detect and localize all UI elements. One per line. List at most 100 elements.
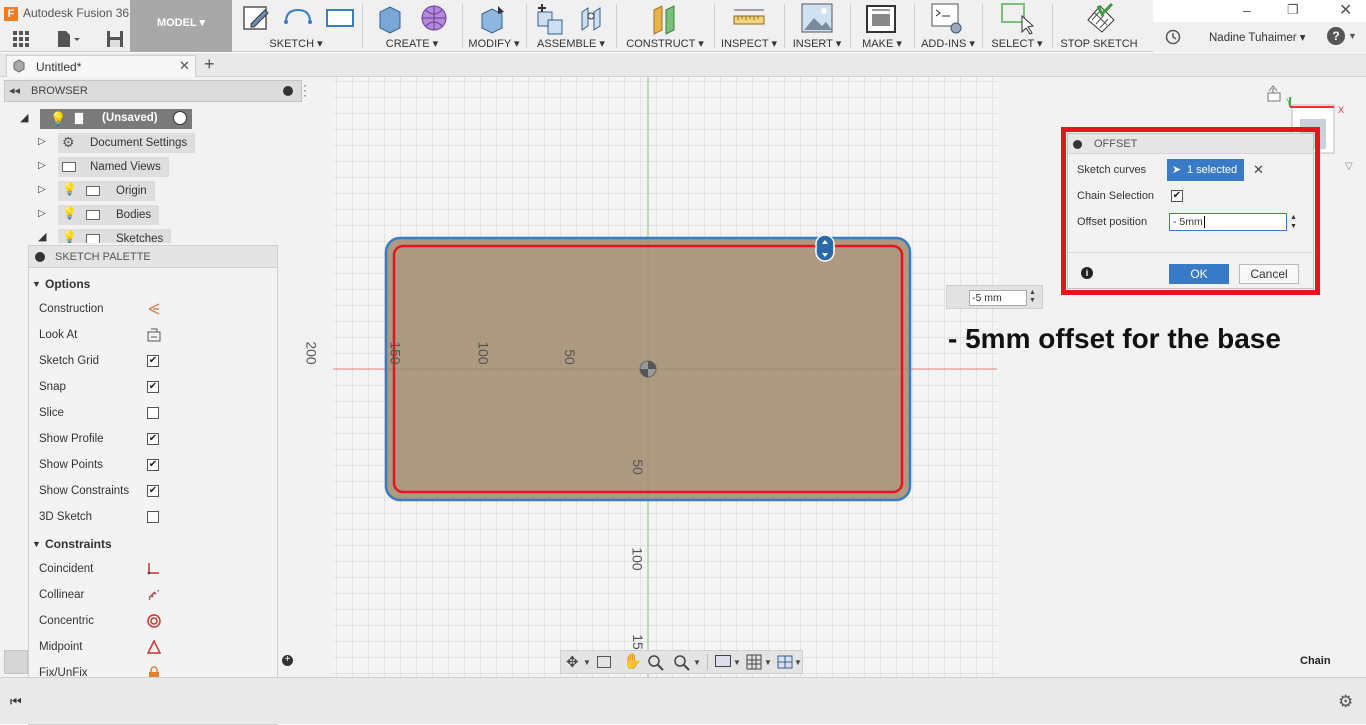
scripts-addins-icon[interactable]: [930, 2, 964, 36]
palette-option-show-points[interactable]: Show Points ✔: [39, 452, 269, 478]
comments-panel-stub[interactable]: [4, 650, 28, 674]
joint-icon[interactable]: [576, 2, 610, 36]
rectangle-tool-icon[interactable]: [324, 2, 356, 34]
palette-option-checkbox[interactable]: ✔: [147, 459, 159, 471]
offset-plane-icon[interactable]: [648, 2, 682, 36]
tree-item-document-settings[interactable]: ▷ Document Settings ⚙: [36, 133, 296, 153]
job-status-clock-icon[interactable]: [1165, 29, 1181, 45]
clear-selection-icon[interactable]: ✕: [1253, 162, 1264, 178]
look-at-nav-icon[interactable]: [597, 656, 611, 668]
insert-image-icon[interactable]: [800, 2, 834, 36]
file-menu-icon[interactable]: [56, 30, 82, 48]
grid-apps-icon[interactable]: [12, 30, 30, 48]
browser-panel-header[interactable]: ◂◂ BROWSER: [4, 80, 302, 102]
activate-radio-icon[interactable]: [173, 111, 187, 125]
palette-option-snap[interactable]: Snap ✔: [39, 374, 269, 400]
palette-option-show-constraints[interactable]: Show Constraints ✔: [39, 478, 269, 504]
constraint-collinear[interactable]: Collinear: [39, 582, 269, 608]
lightbulb-icon[interactable]: 💡: [50, 111, 66, 127]
workspace-switcher[interactable]: MODEL ▾: [130, 0, 232, 52]
save-icon[interactable]: [106, 30, 124, 48]
palette-option-checkbox[interactable]: [147, 511, 159, 523]
toolbar-group-make[interactable]: MAKE ▾: [854, 0, 910, 52]
tree-item-named-views[interactable]: ▷ Named Views: [36, 157, 296, 177]
offset-hud-spinner[interactable]: ▲ ▼: [1029, 289, 1036, 305]
toolbar-group-modify[interactable]: MODIFY ▾: [466, 0, 522, 52]
toolbar-group-inspect[interactable]: INSPECT ▾: [718, 0, 780, 52]
offset-drag-handle[interactable]: [815, 234, 835, 262]
lightbulb-icon[interactable]: 💡: [62, 206, 77, 220]
viewports-dropdown-icon[interactable]: ▼: [794, 658, 802, 667]
close-tab-icon[interactable]: ✕: [179, 58, 190, 74]
dialog-collapse-icon[interactable]: [1073, 140, 1082, 149]
3d-print-icon[interactable]: [864, 2, 898, 36]
expand-arrow-icon[interactable]: ▷: [38, 160, 46, 171]
collinear-icon[interactable]: [147, 588, 161, 602]
tree-item-origin[interactable]: ▷ Origin 💡: [36, 181, 296, 201]
constraint-coincident[interactable]: Coincident: [39, 556, 269, 582]
lightbulb-icon[interactable]: 💡: [62, 230, 77, 243]
zoom-icon[interactable]: [647, 654, 665, 672]
help-icon[interactable]: ?: [1327, 27, 1345, 45]
toolbar-group-sketch[interactable]: SKETCH ▾: [236, 0, 356, 52]
form-sphere-icon[interactable]: [418, 2, 452, 36]
new-tab-icon[interactable]: +: [204, 54, 215, 75]
palette-collapse-icon[interactable]: [35, 252, 45, 262]
press-pull-icon[interactable]: [476, 2, 510, 36]
toolbar-group-construct[interactable]: CONSTRUCT ▾: [620, 0, 710, 52]
lightbulb-off-icon[interactable]: 💡: [62, 182, 77, 196]
line-arc-icon[interactable]: [282, 2, 314, 34]
offset-hud-input[interactable]: -5 mm: [969, 290, 1027, 306]
collapse-arrow-icon[interactable]: ◢: [38, 230, 46, 243]
cancel-button[interactable]: Cancel: [1239, 264, 1299, 284]
browser-minimize-icon[interactable]: [283, 86, 293, 96]
browser-pin-icon[interactable]: ⋮: [298, 82, 312, 99]
coincident-icon[interactable]: [147, 562, 161, 576]
timeline-start-icon[interactable]: ⏮: [10, 694, 22, 710]
toolbar-group-assemble[interactable]: ASSEMBLE ▾: [530, 0, 612, 52]
new-component-icon[interactable]: [534, 2, 568, 36]
options-section-header[interactable]: ▼ Options: [29, 272, 90, 296]
palette-option-show-profile[interactable]: Show Profile ✔: [39, 426, 269, 452]
stop-sketch-button[interactable]: STOP SKETCH: [1056, 0, 1142, 52]
palette-option-sketch-grid[interactable]: Sketch Grid ✔: [39, 348, 269, 374]
close-window-icon[interactable]: ✕: [1339, 0, 1352, 20]
user-menu[interactable]: Nadine Tuhaimer ▾: [1209, 30, 1306, 44]
display-dropdown-icon[interactable]: ▼: [733, 658, 741, 667]
constraint-concentric[interactable]: Concentric: [39, 608, 269, 634]
help-dropdown-icon[interactable]: ▼: [1348, 31, 1357, 41]
constraint-midpoint[interactable]: Midpoint: [39, 634, 269, 660]
offset-dialog-header[interactable]: OFFSET: [1068, 134, 1313, 154]
tree-item-sketches[interactable]: ◢ Sketches 💡: [36, 229, 296, 243]
orbit-icon[interactable]: ✥: [566, 653, 579, 671]
extrude-icon[interactable]: [374, 2, 408, 36]
expand-arrow-icon[interactable]: ▷: [38, 208, 46, 219]
look-at-icon[interactable]: [147, 328, 161, 342]
chain-selection-checkbox[interactable]: ✔: [1171, 190, 1183, 202]
midpoint-icon[interactable]: [147, 640, 161, 654]
pan-hand-icon[interactable]: ✋: [623, 652, 642, 670]
grid-dropdown-icon[interactable]: ▼: [764, 658, 772, 667]
sketch-palette-header[interactable]: SKETCH PALETTE: [29, 246, 277, 268]
palette-option-checkbox[interactable]: ✔: [147, 433, 159, 445]
palette-option-3d-sketch[interactable]: 3D Sketch: [39, 504, 269, 530]
constraints-section-header[interactable]: ▼ Constraints: [29, 532, 112, 556]
construction-icon[interactable]: [147, 302, 161, 316]
palette-option-checkbox[interactable]: ✔: [147, 355, 159, 367]
create-sketch-icon[interactable]: [241, 2, 273, 34]
viewports-icon[interactable]: [777, 654, 793, 670]
expand-arrow-icon[interactable]: ▷: [38, 136, 46, 147]
zoom-dropdown-icon[interactable]: ▼: [693, 658, 701, 667]
toolbar-group-addins[interactable]: ADD-INS ▾: [918, 0, 978, 52]
orbit-dropdown-icon[interactable]: ▼: [583, 658, 591, 667]
offset-position-input[interactable]: - 5mm: [1169, 213, 1287, 231]
collapse-browser-icon[interactable]: ◂◂: [9, 84, 20, 97]
restore-icon[interactable]: ❐: [1287, 2, 1299, 18]
info-icon[interactable]: i: [1081, 267, 1093, 279]
measure-icon[interactable]: [732, 2, 766, 36]
palette-option-slice[interactable]: Slice: [39, 400, 269, 426]
display-settings-icon[interactable]: [715, 655, 731, 667]
document-tab[interactable]: Untitled* ✕: [6, 55, 196, 77]
concentric-icon[interactable]: [147, 614, 161, 628]
palette-option-checkbox[interactable]: ✔: [147, 485, 159, 497]
